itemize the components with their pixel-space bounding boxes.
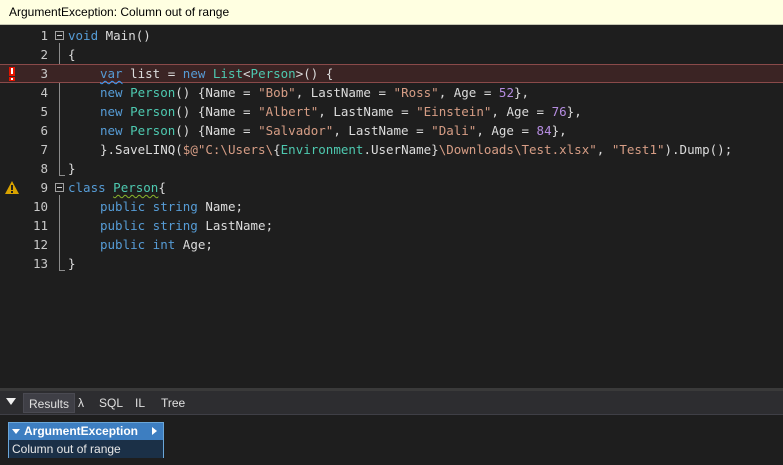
- code-text: }: [68, 161, 76, 176]
- line-number: 5: [40, 104, 48, 119]
- fold-toggle-icon[interactable]: [55, 31, 64, 40]
- collapse-arrow-icon[interactable]: [12, 429, 20, 435]
- code-line-8[interactable]: 8 }: [0, 159, 783, 178]
- code-text: public string LastName;: [100, 218, 274, 233]
- code-line-1[interactable]: 1 void Main(): [0, 26, 783, 45]
- tab-sql[interactable]: SQL: [94, 393, 128, 413]
- code-line-9-warning[interactable]: 9 class Person{: [0, 178, 783, 197]
- line-number: 12: [32, 237, 48, 252]
- line-number: 6: [40, 123, 48, 138]
- line-number: 3: [40, 66, 48, 81]
- line-number: 13: [32, 256, 48, 271]
- code-line-3-error[interactable]: 3 var list = new List<Person>() {: [0, 64, 783, 83]
- error-exclamation-icon[interactable]: [4, 66, 20, 82]
- code-text: class Person{: [68, 180, 166, 195]
- code-text: var list = new List<Person>() {: [100, 66, 334, 81]
- tooltip-text: ArgumentException: Column out of range: [9, 5, 230, 19]
- code-text: {: [68, 47, 76, 62]
- exception-type: ArgumentException: [24, 424, 139, 438]
- code-text: }.SaveLINQ($@"C:\Users\{Environment.User…: [100, 142, 733, 157]
- line-number: 11: [32, 218, 48, 233]
- tab-results[interactable]: Results: [23, 393, 76, 413]
- code-line-6[interactable]: 6 new Person() {Name = "Salvador", LastN…: [0, 121, 783, 140]
- code-line-5[interactable]: 5 new Person() {Name = "Albert", LastNam…: [0, 102, 783, 121]
- line-number: 9: [40, 180, 48, 195]
- code-editor[interactable]: 1 void Main() 2 { 3 var list = new List<…: [0, 26, 783, 388]
- code-text: new Person() {Name = "Salvador", LastNam…: [100, 123, 567, 138]
- code-text: }: [68, 256, 76, 271]
- exception-result-box[interactable]: ArgumentException Column out of range: [8, 422, 164, 458]
- collapse-panel-icon[interactable]: [6, 398, 16, 405]
- exception-tooltip: ArgumentException: Column out of range: [0, 0, 783, 25]
- code-text: void Main(): [68, 28, 151, 43]
- output-tab-bar: Results λ SQL IL Tree: [0, 391, 783, 415]
- code-text: new Person() {Name = "Bob", LastName = "…: [100, 85, 530, 100]
- line-number: 10: [32, 199, 48, 214]
- tab-lambda[interactable]: λ: [73, 393, 89, 413]
- line-number: 4: [40, 85, 48, 100]
- exception-header[interactable]: ArgumentException: [9, 423, 163, 440]
- line-number: 2: [40, 47, 48, 62]
- line-number: 7: [40, 142, 48, 157]
- code-line-11[interactable]: 11 public string LastName;: [0, 216, 783, 235]
- code-text: public int Age;: [100, 237, 213, 252]
- code-text: new Person() {Name = "Albert", LastName …: [100, 104, 582, 119]
- line-number: 8: [40, 161, 48, 176]
- expand-arrow-icon[interactable]: [152, 427, 157, 435]
- results-panel: ArgumentException Column out of range: [0, 416, 783, 465]
- code-line-13[interactable]: 13 }: [0, 254, 783, 273]
- tab-il[interactable]: IL: [130, 393, 150, 413]
- code-line-12[interactable]: 12 public int Age;: [0, 235, 783, 254]
- fold-toggle-icon[interactable]: [55, 183, 64, 192]
- code-line-2[interactable]: 2 {: [0, 45, 783, 64]
- code-text: public string Name;: [100, 199, 243, 214]
- code-line-4[interactable]: 4 new Person() {Name = "Bob", LastName =…: [0, 83, 783, 102]
- warning-triangle-icon[interactable]: [4, 179, 20, 195]
- exception-message: Column out of range: [9, 440, 163, 458]
- code-line-7[interactable]: 7 }.SaveLINQ($@"C:\Users\{Environment.Us…: [0, 140, 783, 159]
- line-number: 1: [40, 28, 48, 43]
- tab-tree[interactable]: Tree: [156, 393, 190, 413]
- code-line-10[interactable]: 10 public string Name;: [0, 197, 783, 216]
